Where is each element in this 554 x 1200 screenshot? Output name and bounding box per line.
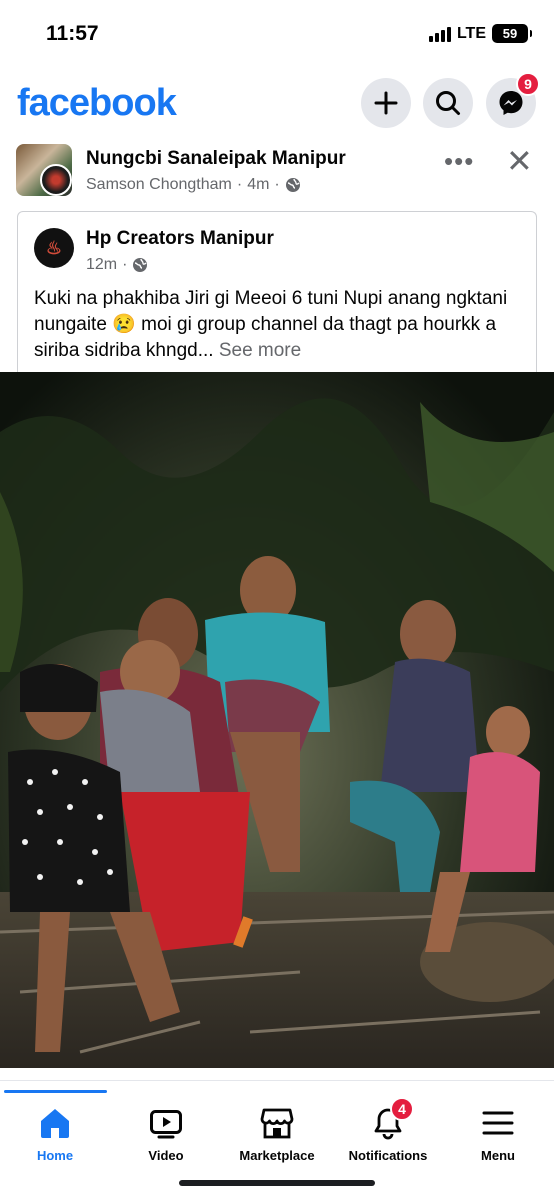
search-button[interactable] [423,78,473,128]
nav-marketplace-label: Marketplace [239,1148,315,1163]
author-name[interactable]: Samson Chongtham [86,176,232,194]
nav-notifications-label: Notifications [348,1148,428,1163]
plus-icon [374,91,398,115]
author-avatar[interactable] [40,164,72,196]
nav-video[interactable]: Video [111,1103,221,1163]
notifications-badge: 4 [390,1097,414,1121]
globe-icon [285,178,300,192]
nav-home[interactable]: Home [0,1103,110,1163]
more-options-icon[interactable]: ••• [444,146,474,177]
signal-icon [428,26,451,42]
page-avatar[interactable]: ♨ [34,228,74,268]
menu-icon [482,1111,514,1135]
status-right: LTE 59 [428,24,532,43]
shared-meta: 12m · [86,256,148,274]
post-header: Nungcbi Sanaleipak Manipur Samson Chongt… [0,140,554,202]
active-tab-indicator [4,1090,107,1093]
battery-icon: 59 [492,24,532,43]
messenger-button[interactable]: 9 [486,72,540,128]
globe-icon [133,258,148,272]
group-name[interactable]: Nungcbi Sanaleipak Manipur [86,148,346,170]
video-icon [150,1110,182,1139]
nav-menu[interactable]: Menu [443,1103,553,1163]
messenger-badge: 9 [516,72,540,96]
meta-separator: · [122,256,128,273]
page-name[interactable]: Hp Creators Manipur [86,228,274,250]
meta-separator: · [236,176,243,193]
facebook-logo[interactable]: facebook [17,82,177,125]
shared-post-card[interactable]: ♨ Hp Creators Manipur 12m · Kuki na phak… [17,211,537,381]
photo-illustration [0,372,554,1068]
app-header: facebook 9 [0,72,554,136]
home-indicator[interactable] [179,1180,375,1186]
shared-time[interactable]: 12m [86,256,117,274]
network-label: LTE [456,24,486,42]
marketplace-icon [260,1108,294,1139]
post-text: Kuki na phakhiba Jiri gi Meeoi 6 tuni Nu… [34,286,534,364]
post-meta: Samson Chongtham · 4m · [86,176,301,194]
search-icon [436,91,460,115]
post-photo[interactable] [0,372,554,1068]
status-bar: 11:57 LTE 59 [0,0,554,70]
group-avatar[interactable] [16,144,72,196]
home-icon [41,1109,69,1138]
status-time: 11:57 [46,22,99,45]
meta-separator: · [274,176,280,193]
create-button[interactable] [361,78,411,128]
battery-level: 59 [502,26,518,41]
post-time[interactable]: 4m [247,176,269,194]
nav-video-label: Video [148,1148,184,1163]
nav-marketplace[interactable]: Marketplace [222,1103,332,1163]
nav-home-label: Home [36,1148,74,1163]
nav-notifications[interactable]: 4 Notifications [333,1097,443,1163]
close-icon[interactable]: ✕ [506,142,533,180]
nav-menu-label: Menu [481,1148,515,1163]
see-more-link[interactable]: See more [219,340,301,361]
